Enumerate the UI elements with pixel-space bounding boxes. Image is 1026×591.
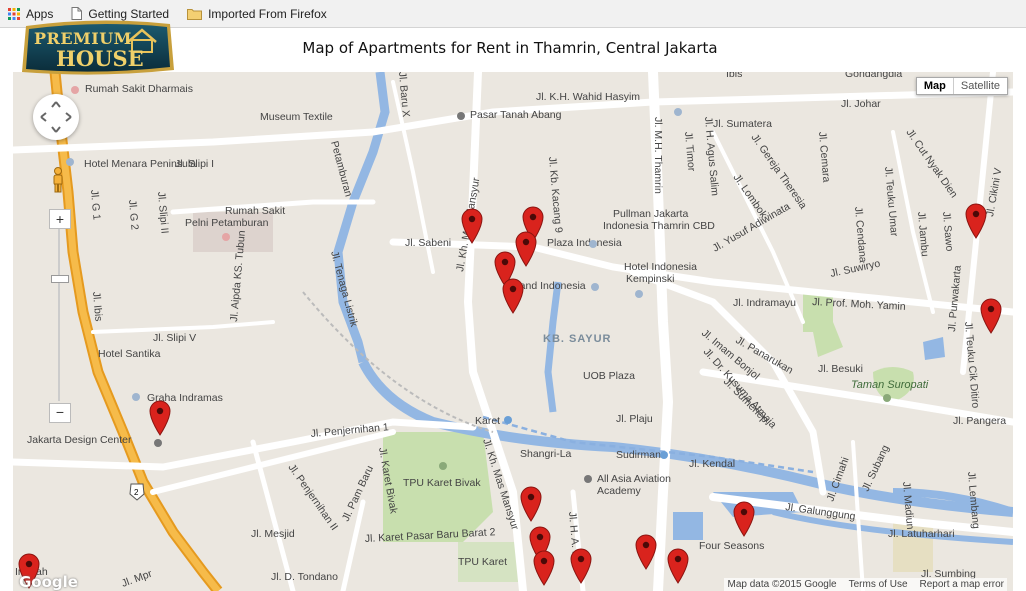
pan-control[interactable] [33, 94, 79, 140]
attribution-map-data: Map data ©2015 Google [727, 579, 837, 590]
apps-grid-icon [8, 7, 20, 20]
pan-left-icon [40, 112, 47, 122]
label-all-asia-2: Academy [597, 485, 642, 497]
terms-of-use-link[interactable]: Terms of Use [849, 579, 908, 590]
apartment-marker-icon[interactable] [570, 548, 592, 584]
bookmark-apps-label: Apps [26, 6, 54, 21]
map-canvas[interactable]: Rumah Sakit Dharmais Museum Textile Hote… [13, 72, 1013, 591]
google-logo[interactable]: Google [19, 573, 78, 591]
label-rs-pelni: Rumah Sakit [225, 205, 285, 217]
apartment-marker-icon[interactable] [980, 298, 1002, 334]
report-map-error-link[interactable]: Report a map error [920, 579, 1004, 590]
label-jl-slipi-5: Jl. Slipi V [153, 332, 196, 344]
zoom-out-button[interactable]: − [49, 403, 71, 423]
apartment-marker-icon[interactable] [667, 548, 689, 584]
label-hotel-santika: Hotel Santika [98, 348, 161, 360]
pan-right-icon [65, 112, 72, 122]
map-type-map-button[interactable]: Map [917, 78, 953, 94]
label-jakarta-design-center: Jakarta Design Center [27, 434, 132, 446]
apartment-marker-icon[interactable] [149, 400, 171, 436]
label-jl-sumatera: Jl. Sumatera [713, 118, 772, 130]
bookmark-getting-started[interactable]: Getting Started [71, 7, 169, 21]
map-attribution: Map data ©2015 Google Terms of Use Repor… [724, 578, 1007, 591]
label-karet: Karet [475, 415, 500, 427]
logo-text-house: HOUSE [56, 46, 144, 71]
label-jl-sabeni: Jl. Sabeni [405, 237, 451, 249]
apartment-marker-icon[interactable] [502, 278, 524, 314]
label-uob-plaza: UOB Plaza [583, 370, 635, 382]
label-shangri-la: Shangri-La [520, 448, 572, 460]
apartment-marker-icon[interactable] [635, 534, 657, 570]
bookmark-apps[interactable]: Apps [8, 7, 53, 21]
label-four-seasons: Four Seasons [699, 540, 764, 552]
apartment-marker-icon[interactable] [461, 208, 483, 244]
label-tpu-karet: TPU Karet [458, 556, 507, 568]
label-jl-pangera: Jl. Pangera [953, 415, 1006, 427]
label-jl-slipi-1: Jl. Slipi I [175, 158, 214, 170]
label-pullman-2: Indonesia Thamrin CBD [603, 220, 715, 232]
label-jl-latuharhari: Jl. Latuharhari [888, 528, 955, 540]
label-ibis: Ibis [726, 72, 742, 80]
label-rs-dharmais: Rumah Sakit Dharmais [85, 83, 193, 95]
page-title: Map of Apartments for Rent in Thamrin, C… [302, 39, 718, 57]
zoom-slider-track[interactable] [58, 229, 60, 401]
label-jl-mesjid: Jl. Mesjid [251, 528, 295, 540]
label-jl-kendal: Jl. Kendal [689, 458, 735, 470]
label-hotel-kempinski-2: Kempinski [626, 273, 674, 285]
label-museum-textile: Museum Textile [260, 111, 333, 123]
apartment-marker-icon[interactable] [733, 501, 755, 537]
label-hotel-kempinski-1: Hotel Indonesia [624, 261, 697, 273]
pan-down-icon [51, 126, 61, 133]
zoom-in-button[interactable]: + [49, 209, 71, 229]
zoom-slider-handle[interactable] [51, 275, 69, 283]
apartment-marker-icon[interactable] [520, 486, 542, 522]
google-map[interactable]: Rumah Sakit Dharmais Museum Textile Hote… [13, 72, 1013, 591]
label-pullman-1: Pullman Jakarta [613, 208, 688, 220]
label-jl-johar: Jl. Johar [841, 98, 881, 110]
bookmark-getting-started-label: Getting Started [88, 6, 170, 21]
label-jl-d-tondano: Jl. D. Tondano [271, 571, 338, 583]
street-view-pegman-icon[interactable] [51, 167, 65, 193]
apartment-marker-icon[interactable] [515, 231, 537, 267]
svg-text:2: 2 [134, 488, 139, 497]
apartment-marker-icon[interactable] [965, 203, 987, 239]
label-all-asia-1: All Asia Aviation [597, 473, 671, 485]
label-plaza-indonesia: Plaza Indonesia [547, 237, 622, 249]
bookmark-folder-imported[interactable]: Imported From Firefox [187, 7, 327, 21]
map-type-satellite-button[interactable]: Satellite [952, 78, 1007, 94]
pan-up-icon [51, 101, 61, 108]
label-sudirman: Sudirman [616, 449, 661, 461]
label-rs-pelni-2: Pelni Petamburan [185, 217, 269, 229]
label-jl-plaju: Jl. Plaju [616, 413, 653, 425]
label-pasar-tanah-abang: Pasar Tanah Abang [470, 109, 562, 121]
label-taman-suropati: Taman Suropati [851, 379, 929, 391]
label-jl-indramayu: Jl. Indramayu [733, 297, 796, 309]
apartment-marker-icon[interactable] [533, 550, 555, 586]
label-kb-sayur: KB. SAYUR [543, 333, 612, 345]
bookmark-imported-label: Imported From Firefox [208, 6, 327, 21]
label-jl-mh-thamrin: Jl. M.H. Thamrin [652, 117, 664, 194]
page-icon [71, 7, 83, 20]
map-type-control: Map Satellite [915, 77, 1008, 95]
label-gondangdia: Gondangdia [845, 72, 902, 80]
label-tpu-karet-bivak: TPU Karet Bivak [403, 477, 481, 489]
premium-house-logo[interactable]: PREMIUM HOUSE [20, 20, 176, 78]
label-jl-kh-wahid-hasyim: Jl. K.H. Wahid Hasyim [536, 91, 640, 103]
label-jl-besuki: Jl. Besuki [818, 363, 863, 375]
folder-icon [187, 8, 203, 20]
